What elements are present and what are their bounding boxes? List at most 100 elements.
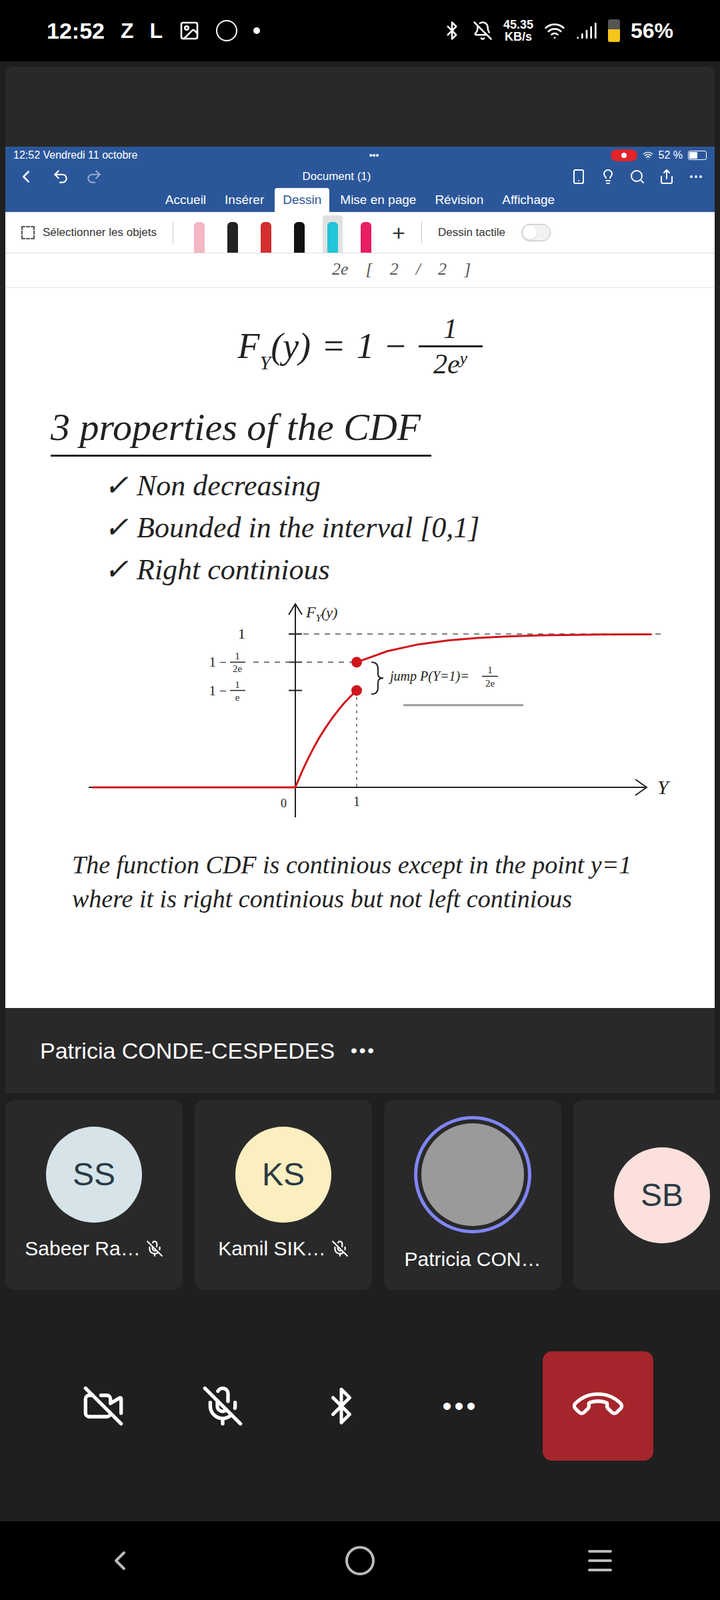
redo-icon[interactable]	[85, 168, 103, 186]
hang-up-button[interactable]	[542, 1351, 654, 1461]
document-page: 2e [ 2 / 2 ]FY(y)=1 −12ey3 properties of…	[5, 253, 715, 1008]
presenter-name: Patricia CONDE-CESPEDES	[40, 1034, 335, 1068]
x-one-guide	[356, 690, 358, 787]
touch-drawing-label: Dessin tactile	[438, 224, 506, 242]
teams-call-screen: 12:52ZL45.35KB/s56% 12:52 Vendredi 11 oct…	[0, 0, 720, 1600]
ribbon-tab[interactable]: Dessin	[274, 188, 330, 213]
share-panel: 12:52 Vendredi 11 octobre•••52 %Document…	[5, 66, 715, 1094]
participant-tile[interactable]: Patricia CON…	[384, 1100, 562, 1290]
participant-tile[interactable]: SSSabeer Ra…	[5, 1100, 183, 1290]
participants-row: SSSabeer Ra…KSKamil SIK… Patricia CON… SB	[0, 1093, 720, 1290]
drawing-tool[interactable]	[189, 215, 210, 253]
recents-nav-icon[interactable]	[584, 1544, 616, 1577]
svg-text:1: 1	[238, 625, 246, 642]
undo-icon[interactable]	[52, 168, 70, 186]
svg-text:1 −: 1 −	[209, 682, 227, 698]
notification-letter: Z	[120, 14, 134, 47]
jump-annotation: jump P(Y=1)=12e	[371, 662, 524, 705]
more-icon[interactable]	[688, 168, 704, 185]
document-title: Document (1)	[302, 168, 372, 186]
ribbon-tab[interactable]: Insérer	[216, 188, 272, 213]
cdf-segment	[92, 786, 296, 788]
ipad-datetime: 12:52 Vendredi 11 octobre	[13, 147, 138, 164]
back-icon[interactable]	[16, 166, 36, 187]
ribbon-tab[interactable]: Mise en page	[332, 188, 424, 213]
svg-text:e: e	[235, 691, 240, 702]
shared-screen: 12:52 Vendredi 11 octobre•••52 % Document…	[5, 146, 715, 1008]
signal-icon	[576, 20, 598, 42]
wifi-icon	[544, 20, 566, 42]
x-arrow-icon	[635, 779, 647, 796]
ipad-status-bar: 12:52 Vendredi 11 octobre•••52 %	[5, 146, 715, 164]
y-label: FY(y)	[305, 603, 338, 624]
muted-icon	[146, 1240, 164, 1258]
check-mark: ✓	[104, 551, 129, 588]
hang-up-icon	[568, 1375, 629, 1436]
y-arrow-icon	[288, 604, 302, 615]
presenter-more[interactable]: •••	[350, 1036, 376, 1065]
camera-button[interactable]	[66, 1369, 140, 1443]
mute-icon	[472, 20, 493, 41]
top-fragment: 2e [ 2 / 2 ]	[5, 253, 715, 282]
select-icon	[21, 226, 35, 240]
select-objects[interactable]: Sélectionner les objets	[42, 224, 157, 242]
participant-name: Sabeer Ra…	[24, 1233, 140, 1264]
drawing-tool[interactable]	[322, 215, 343, 253]
caption: The function CDF is continious except in…	[5, 837, 715, 917]
check-mark: ✓	[104, 509, 129, 546]
y-tick: 1 −12e	[209, 650, 352, 674]
svg-text:jump P(Y=1)=: jump P(Y=1)=	[388, 668, 470, 684]
ribbon: Sélectionner les objets + Dessin tactile	[5, 212, 715, 254]
drawing-tool[interactable]	[256, 215, 276, 253]
idea-icon[interactable]	[600, 168, 616, 185]
drawing-tool[interactable]	[356, 215, 376, 253]
svg-text:1 −: 1 −	[209, 654, 227, 670]
mic-off-icon	[201, 1384, 244, 1428]
ribbon-tabs: AccueilInsérerDessinMise en pageRévision…	[5, 189, 715, 212]
mic-button[interactable]	[186, 1369, 260, 1443]
property-item: ✓Right continious	[104, 551, 715, 588]
formula-lhs: FY(y)	[237, 319, 311, 374]
back-nav-icon[interactable]	[104, 1544, 136, 1577]
participant-tile[interactable]: KSKamil SIK…	[194, 1100, 372, 1290]
ribbon-tab[interactable]: Affichage	[494, 188, 563, 213]
battery-icon	[608, 19, 620, 42]
ipad-wifi-icon	[642, 150, 654, 161]
participant-avatar: SB	[614, 1147, 710, 1244]
x-axis	[88, 786, 646, 788]
property-item: ✓Non decreasing	[104, 467, 715, 504]
search-icon[interactable]	[629, 168, 646, 185]
ipad-battery: 52 %	[658, 147, 683, 164]
phone-status-bar: 12:52ZL45.35KB/s56%	[0, 0, 720, 62]
drawing-tool[interactable]	[289, 215, 310, 253]
notification-letter: L	[150, 14, 164, 47]
presenter-bar: Patricia CONDE-CESPEDES •••	[5, 1008, 715, 1094]
touch-drawing-toggle[interactable]	[521, 224, 551, 242]
participant-tile[interactable]: SB	[573, 1100, 720, 1290]
svg-text:1: 1	[487, 664, 493, 676]
formula-eq: =	[321, 319, 346, 374]
mobile-view-icon[interactable]	[570, 168, 587, 185]
ribbon-tab[interactable]: Révision	[426, 188, 492, 213]
properties-heading: 3 properties of the CDF	[50, 403, 432, 457]
participant-photo	[414, 1116, 532, 1234]
ipad-battery-icon	[688, 150, 707, 160]
audio-button[interactable]	[304, 1369, 378, 1443]
formula-fraction: 12ey	[418, 314, 483, 378]
share-icon[interactable]	[658, 168, 675, 185]
drawing-tool[interactable]	[222, 215, 243, 253]
participant-name: Patricia CON…	[404, 1244, 541, 1274]
add-tool[interactable]: +	[392, 221, 406, 244]
x-tick: 1	[353, 794, 360, 809]
bluetooth-audio-icon	[321, 1386, 362, 1426]
dot-icon	[253, 27, 260, 34]
x-label: Y	[657, 776, 671, 798]
home-nav-icon[interactable]	[344, 1544, 376, 1577]
svg-text:1: 1	[234, 678, 240, 690]
origin-label: 0	[280, 796, 287, 810]
h-circle-icon	[216, 20, 238, 42]
ribbon-tab[interactable]: Accueil	[157, 188, 214, 213]
property-item: ✓Bounded in the interval [0,1]	[104, 509, 715, 546]
more-button[interactable]: •••	[424, 1369, 498, 1443]
participant-name: Kamil SIK…	[218, 1233, 326, 1264]
